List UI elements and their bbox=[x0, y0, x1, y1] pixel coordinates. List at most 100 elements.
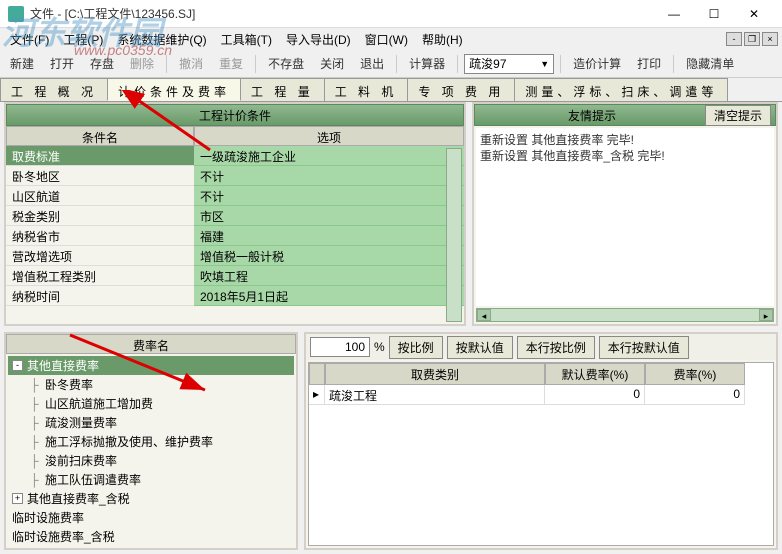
scroll-left-icon[interactable]: ◂ bbox=[477, 309, 491, 321]
tree-node[interactable]: + 其他直接费率_含税 bbox=[8, 489, 294, 508]
chevron-down-icon: ▼ bbox=[540, 59, 549, 69]
close-button[interactable]: ✕ bbox=[734, 0, 774, 28]
cell-default-rate[interactable]: 0 bbox=[545, 385, 645, 405]
app-icon bbox=[8, 6, 24, 22]
menu-project[interactable]: 工程(P) bbox=[57, 29, 109, 50]
btn-row-by-ratio[interactable]: 本行按比例 bbox=[517, 336, 595, 359]
grid-col-rate[interactable]: 费率(%) bbox=[645, 363, 745, 385]
tree-node[interactable]: ├施工队伍调遣费率 bbox=[8, 470, 294, 489]
tb-cost-calc[interactable]: 造价计算 bbox=[567, 53, 627, 74]
tab-special-fees[interactable]: 专 项 费 用 bbox=[407, 78, 515, 101]
combo-value: 疏浚97 bbox=[469, 55, 506, 72]
mdi-minimize[interactable]: - bbox=[726, 32, 742, 46]
btn-by-ratio[interactable]: 按比例 bbox=[389, 336, 443, 359]
cond-name: 纳税省市 bbox=[6, 226, 194, 246]
tb-exit[interactable]: 退出 bbox=[354, 53, 390, 74]
cond-value[interactable]: 一级疏浚施工企业 bbox=[194, 146, 464, 166]
tree-label: 施工浮标抛撤及使用、维护费率 bbox=[45, 433, 213, 450]
cond-value[interactable]: 2018年5月1日起 bbox=[194, 286, 464, 306]
grid-col-default-rate[interactable]: 默认费率(%) bbox=[545, 363, 645, 385]
condition-row[interactable]: 增值税工程类别吹填工程 bbox=[6, 266, 464, 286]
cond-value[interactable]: 增值税一般计税 bbox=[194, 246, 464, 266]
tb-norm-combo[interactable]: 疏浚97 ▼ bbox=[464, 54, 554, 74]
cell-rate[interactable]: 0 bbox=[645, 385, 745, 405]
tab-survey-etc[interactable]: 测量、浮标、扫床、调遣等 bbox=[514, 78, 728, 101]
tb-print[interactable]: 打印 bbox=[631, 53, 667, 74]
menu-import-export[interactable]: 导入导出(D) bbox=[280, 29, 357, 50]
tb-new[interactable]: 新建 bbox=[4, 53, 40, 74]
minimize-button[interactable]: — bbox=[654, 0, 694, 28]
maximize-button[interactable]: ☐ bbox=[694, 0, 734, 28]
cond-value[interactable]: 不计 bbox=[194, 186, 464, 206]
clear-tips-button[interactable]: 清空提示 bbox=[705, 105, 771, 126]
condition-row[interactable]: 税金类别市区 bbox=[6, 206, 464, 226]
rates-tree-body: -其他直接费率├卧冬费率├山区航道施工增加费├疏浚测量费率├施工浮标抛撤及使用、… bbox=[6, 354, 296, 548]
cond-name: 增值税工程类别 bbox=[6, 266, 194, 286]
mdi-restore[interactable]: ❐ bbox=[744, 32, 760, 46]
grid-marker-col bbox=[309, 363, 325, 385]
title-bar: 文件 - [C:\工程文件\123456.SJ] — ☐ ✕ bbox=[0, 0, 782, 28]
tree-node[interactable]: ├山区航道施工增加费 bbox=[8, 394, 294, 413]
tree-node[interactable]: -其他直接费率 bbox=[8, 356, 294, 375]
tb-undo[interactable]: 撤消 bbox=[173, 53, 209, 74]
tab-qty[interactable]: 工 程 量 bbox=[240, 78, 325, 101]
grid-col-category[interactable]: 取费类别 bbox=[325, 363, 545, 385]
window-title: 文件 - [C:\工程文件\123456.SJ] bbox=[30, 5, 654, 22]
tree-toggle-icon[interactable]: + bbox=[12, 493, 23, 504]
tree-label: 其他直接费率_含税 bbox=[27, 490, 130, 507]
cond-value[interactable]: 吹填工程 bbox=[194, 266, 464, 286]
tree-node[interactable]: ├浚前扫床费率 bbox=[8, 451, 294, 470]
condition-row[interactable]: 纳税时间2018年5月1日起 bbox=[6, 286, 464, 306]
conditions-scrollbar[interactable] bbox=[446, 148, 462, 322]
menu-help[interactable]: 帮助(H) bbox=[416, 29, 469, 50]
tree-label: 临时设施费率 bbox=[12, 509, 84, 526]
tb-delete[interactable]: 删除 bbox=[124, 53, 160, 74]
main-tabs: 工 程 概 况 计价条件及费率 工 程 量 工 料 机 专 项 费 用 测量、浮… bbox=[0, 78, 782, 102]
tip-line: 重新设置 其他直接费率 完毕! bbox=[480, 132, 770, 148]
tb-redo[interactable]: 重复 bbox=[213, 53, 249, 74]
condition-row[interactable]: 卧冬地区不计 bbox=[6, 166, 464, 186]
condition-row[interactable]: 纳税省市福建 bbox=[6, 226, 464, 246]
tree-toggle-icon[interactable]: - bbox=[12, 360, 23, 371]
table-row[interactable]: ▸ 疏浚工程 0 0 bbox=[309, 385, 773, 405]
cell-category[interactable]: 疏浚工程 bbox=[325, 385, 545, 405]
tip-line: 重新设置 其他直接费率_含税 完毕! bbox=[480, 148, 770, 164]
rate-pct-input[interactable] bbox=[310, 337, 370, 357]
tab-material[interactable]: 工 料 机 bbox=[324, 78, 409, 101]
btn-by-default[interactable]: 按默认值 bbox=[447, 336, 513, 359]
cond-name: 纳税时间 bbox=[6, 286, 194, 306]
tb-nosave[interactable]: 不存盘 bbox=[262, 53, 310, 74]
scroll-right-icon[interactable]: ▸ bbox=[759, 309, 773, 321]
tab-pricing-conditions[interactable]: 计价条件及费率 bbox=[107, 78, 241, 101]
tree-label: 卧冬费率 bbox=[45, 376, 93, 393]
cond-value[interactable]: 市区 bbox=[194, 206, 464, 226]
menu-toolbox[interactable]: 工具箱(T) bbox=[215, 29, 278, 50]
tb-calculator[interactable]: 计算器 bbox=[403, 53, 451, 74]
tree-node[interactable]: ├疏浚测量费率 bbox=[8, 413, 294, 432]
mdi-close[interactable]: × bbox=[762, 32, 778, 46]
condition-row[interactable]: 山区航道不计 bbox=[6, 186, 464, 206]
tree-label: 疏浚测量费率 bbox=[45, 414, 117, 431]
tree-node[interactable]: ├施工浮标抛撤及使用、维护费率 bbox=[8, 432, 294, 451]
condition-row[interactable]: 取费标准一级疏浚施工企业 bbox=[6, 146, 464, 166]
menu-window[interactable]: 窗口(W) bbox=[359, 29, 414, 50]
tree-label: 施工队伍调遣费率 bbox=[45, 471, 141, 488]
tab-overview[interactable]: 工 程 概 况 bbox=[0, 78, 108, 101]
cond-value[interactable]: 福建 bbox=[194, 226, 464, 246]
tb-close[interactable]: 关闭 bbox=[314, 53, 350, 74]
cond-value[interactable]: 不计 bbox=[194, 166, 464, 186]
pct-label: % bbox=[374, 340, 385, 354]
tree-node[interactable]: 临时设施费率_含税 bbox=[8, 527, 294, 546]
row-marker-icon: ▸ bbox=[309, 385, 325, 405]
tree-node[interactable]: ├卧冬费率 bbox=[8, 375, 294, 394]
condition-row[interactable]: 营改增选项增值税一般计税 bbox=[6, 246, 464, 266]
tb-hide-list[interactable]: 隐藏清单 bbox=[680, 53, 740, 74]
menu-sysdata[interactable]: 系统数据维护(Q) bbox=[111, 29, 212, 50]
tree-node[interactable]: 临时设施费率 bbox=[8, 508, 294, 527]
tips-h-scrollbar[interactable]: ◂ ▸ bbox=[476, 308, 774, 322]
rates-tree-title: 费率名 bbox=[6, 334, 296, 354]
tb-save[interactable]: 存盘 bbox=[84, 53, 120, 74]
btn-row-by-default[interactable]: 本行按默认值 bbox=[599, 336, 689, 359]
tb-open[interactable]: 打开 bbox=[44, 53, 80, 74]
menu-file[interactable]: 文件(F) bbox=[4, 29, 55, 50]
